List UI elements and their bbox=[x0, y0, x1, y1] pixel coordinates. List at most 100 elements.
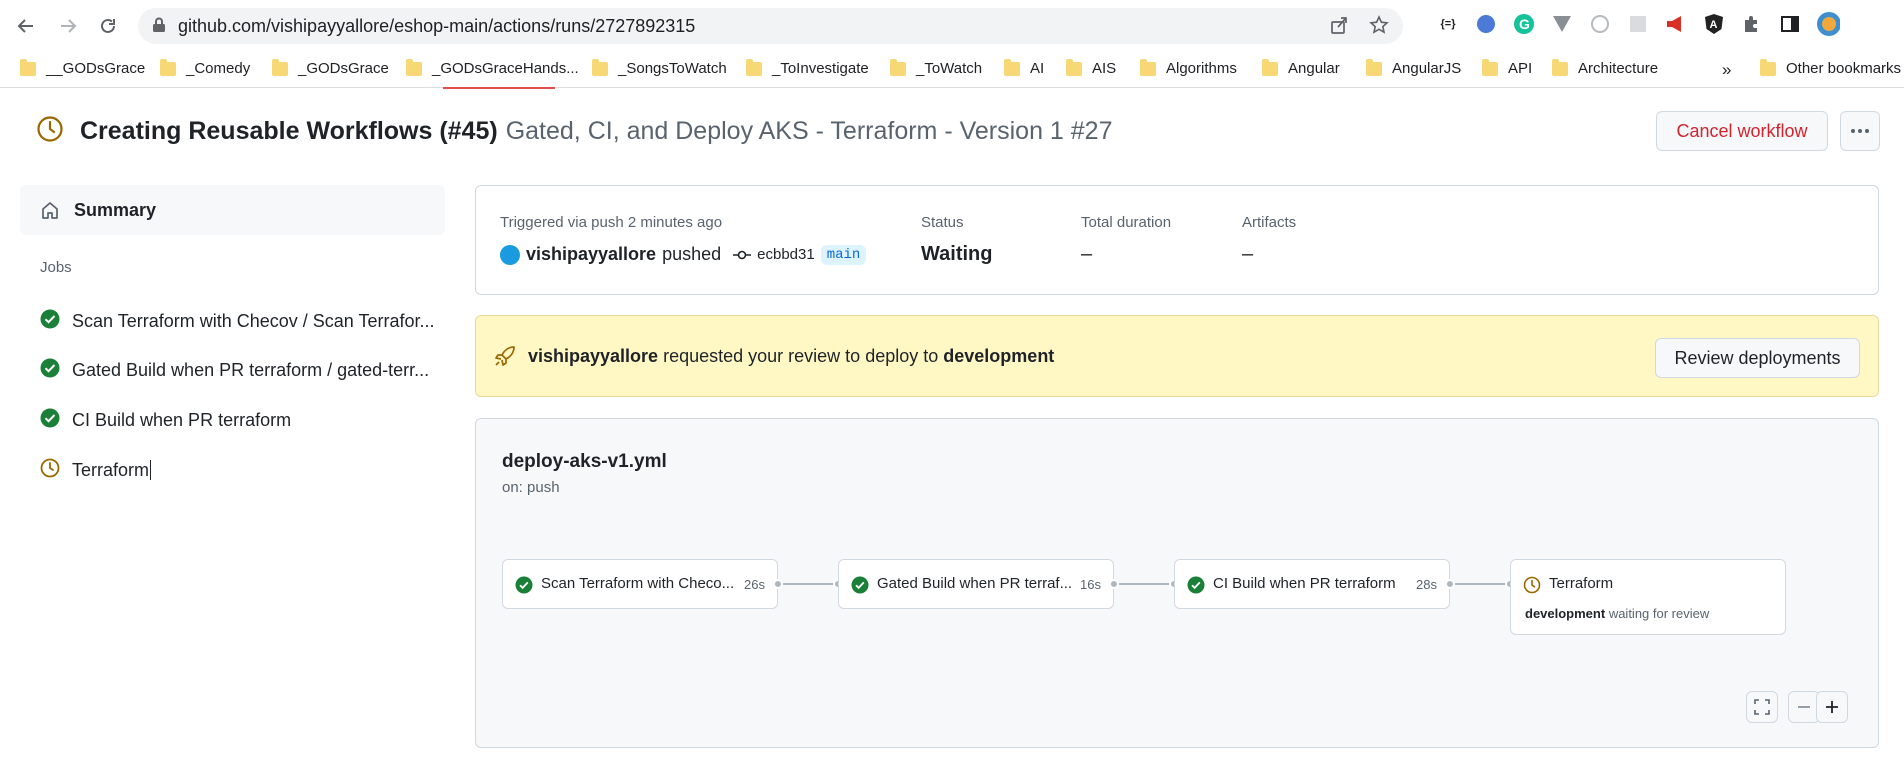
bookmarks-overflow-button[interactable]: » bbox=[1722, 60, 1731, 80]
folder-icon bbox=[1482, 58, 1498, 76]
bookmark-label: Angular bbox=[1288, 60, 1340, 77]
profile-avatar[interactable] bbox=[1816, 12, 1840, 36]
sidebar-job-gated-build[interactable]: Gated Build when PR terraform / gated-te… bbox=[40, 356, 429, 384]
bookmark-folder[interactable]: API bbox=[1482, 58, 1533, 77]
bookmark-label: AI bbox=[1030, 60, 1045, 77]
bookmark-folder[interactable]: _GODsGraceHands... bbox=[406, 58, 579, 77]
star-icon[interactable] bbox=[1369, 15, 1389, 40]
bookmark-label: AIS bbox=[1092, 60, 1117, 77]
extension-blue-icon[interactable] bbox=[1474, 12, 1498, 36]
job-duration: 16s bbox=[1080, 577, 1101, 592]
folder-icon bbox=[272, 58, 288, 76]
sidebar-job-scan-terraform[interactable]: Scan Terraform with Checov / Scan Terraf… bbox=[40, 307, 435, 335]
json-extension-icon[interactable]: {=} bbox=[1436, 12, 1460, 36]
duration-value: – bbox=[1081, 243, 1093, 265]
forward-icon[interactable] bbox=[54, 12, 82, 40]
bookmark-folder[interactable]: _Comedy bbox=[160, 58, 250, 77]
bookmark-folder[interactable]: _GODsGrace bbox=[272, 58, 389, 77]
reviewer-actor[interactable]: vishipayyallore bbox=[528, 346, 658, 366]
bookmark-folder[interactable]: Algorithms bbox=[1140, 58, 1237, 77]
job-label: Terraform bbox=[72, 459, 150, 480]
review-message: requested your review to deploy to bbox=[663, 345, 939, 366]
folder-icon bbox=[1066, 58, 1082, 76]
check-circle-icon bbox=[40, 358, 60, 383]
rocket-icon bbox=[494, 345, 516, 367]
workflow-filename[interactable]: deploy-aks-v1.yml bbox=[502, 451, 667, 473]
sidebar-item-summary[interactable]: Summary bbox=[20, 185, 445, 235]
review-environment: development bbox=[943, 345, 1055, 366]
bookmark-folder[interactable]: _SongsToWatch bbox=[592, 58, 727, 77]
bookmark-folder[interactable]: AI bbox=[1004, 58, 1045, 77]
page-title: Creating Reusable Workflows (#45) Gated,… bbox=[36, 112, 1113, 150]
job-node-label: CI Build when PR terraform bbox=[1213, 575, 1396, 592]
bookmark-label: __GODsGrace bbox=[46, 60, 146, 77]
check-circle-icon bbox=[515, 576, 533, 599]
back-icon[interactable] bbox=[12, 12, 40, 40]
graph-connector bbox=[778, 583, 838, 585]
bookmark-label: API bbox=[1508, 60, 1533, 77]
branch-badge[interactable]: main bbox=[820, 244, 867, 265]
bookmark-label: Other bookmarks bbox=[1786, 60, 1902, 77]
bookmark-folder[interactable]: AIS bbox=[1066, 58, 1117, 77]
review-deployments-button[interactable]: Review deployments bbox=[1655, 338, 1860, 378]
clock-icon bbox=[40, 458, 60, 483]
graph-connector bbox=[1114, 583, 1174, 585]
workflow-trigger: on: push bbox=[502, 479, 560, 496]
fullscreen-button[interactable] bbox=[1746, 691, 1778, 723]
other-bookmarks-folder[interactable]: Other bookmarks bbox=[1760, 58, 1902, 77]
svg-text:G: G bbox=[1519, 16, 1530, 32]
jobs-heading: Jobs bbox=[40, 259, 72, 276]
graph-connector bbox=[1450, 583, 1510, 585]
angular-icon[interactable]: A bbox=[1702, 12, 1726, 36]
side-panel-icon[interactable] bbox=[1778, 12, 1802, 36]
plus-icon bbox=[1826, 701, 1838, 713]
text-cursor bbox=[150, 460, 152, 480]
avatar[interactable] bbox=[500, 244, 520, 265]
bookmark-folder[interactable]: Architecture bbox=[1552, 58, 1658, 77]
folder-icon bbox=[1262, 58, 1278, 76]
graph-job-terraform[interactable]: Terraform development waiting for review bbox=[1510, 559, 1786, 635]
share-icon[interactable] bbox=[1329, 15, 1349, 40]
git-commit-icon bbox=[733, 249, 752, 261]
graph-job-scan-terraform[interactable]: Scan Terraform with Checo... 26s bbox=[502, 559, 778, 609]
duration-label: Total duration bbox=[1081, 214, 1172, 231]
address-bar[interactable]: github.com/vishipayyallore/eshop-main/ac… bbox=[138, 8, 1403, 44]
bookmark-folder[interactable]: _ToWatch bbox=[890, 58, 982, 77]
bookmark-label: _SongsToWatch bbox=[618, 60, 727, 77]
actor-link[interactable]: vishipayyallore bbox=[526, 244, 656, 265]
grammarly-icon[interactable]: G bbox=[1512, 12, 1536, 36]
vue-devtools-icon[interactable] bbox=[1550, 12, 1574, 36]
job-duration: 26s bbox=[744, 577, 765, 592]
bookmark-folder[interactable]: AngularJS bbox=[1366, 58, 1461, 77]
extension-circle-icon[interactable] bbox=[1588, 12, 1612, 36]
summary-label: Summary bbox=[74, 199, 157, 220]
lock-icon bbox=[152, 17, 166, 38]
bookmark-label: Algorithms bbox=[1166, 60, 1237, 77]
bookmark-folder[interactable]: __GODsGrace bbox=[20, 58, 146, 77]
url-text: github.com/vishipayyallore/eshop-main/ac… bbox=[178, 15, 696, 36]
puzzle-icon[interactable] bbox=[1740, 12, 1764, 36]
job-node-label: Scan Terraform with Checo... bbox=[541, 575, 735, 592]
commit-sha-link[interactable]: ecbbd31 bbox=[757, 246, 815, 263]
job-label: Scan Terraform with Checov / Scan Terraf… bbox=[72, 310, 435, 331]
sidebar-job-terraform[interactable]: Terraform bbox=[40, 456, 152, 484]
status-value: Waiting bbox=[921, 243, 993, 265]
megaphone-icon[interactable] bbox=[1664, 12, 1688, 36]
sidebar-job-ci-build[interactable]: CI Build when PR terraform bbox=[40, 406, 291, 434]
extension-grid-icon[interactable] bbox=[1626, 12, 1650, 36]
more-options-button[interactable] bbox=[1840, 111, 1880, 151]
graph-job-gated-build[interactable]: Gated Build when PR terraf... 16s bbox=[838, 559, 1114, 609]
cancel-workflow-button[interactable]: Cancel workflow bbox=[1656, 111, 1828, 151]
folder-icon bbox=[1004, 58, 1020, 76]
job-node-label: Gated Build when PR terraf... bbox=[877, 575, 1073, 592]
page-load-indicator bbox=[443, 87, 555, 89]
reload-icon[interactable] bbox=[94, 12, 122, 40]
folder-icon bbox=[1760, 58, 1776, 76]
status-label: Status bbox=[921, 214, 964, 231]
graph-job-ci-build[interactable]: CI Build when PR terraform 28s bbox=[1174, 559, 1450, 609]
run-title: Creating Reusable Workflows (#45) bbox=[80, 116, 498, 145]
bookmark-folder[interactable]: _ToInvestigate bbox=[746, 58, 869, 77]
zoom-in-button[interactable] bbox=[1816, 691, 1848, 723]
job-label: Gated Build when PR terraform / gated-te… bbox=[72, 359, 430, 380]
bookmark-folder[interactable]: Angular bbox=[1262, 58, 1340, 77]
